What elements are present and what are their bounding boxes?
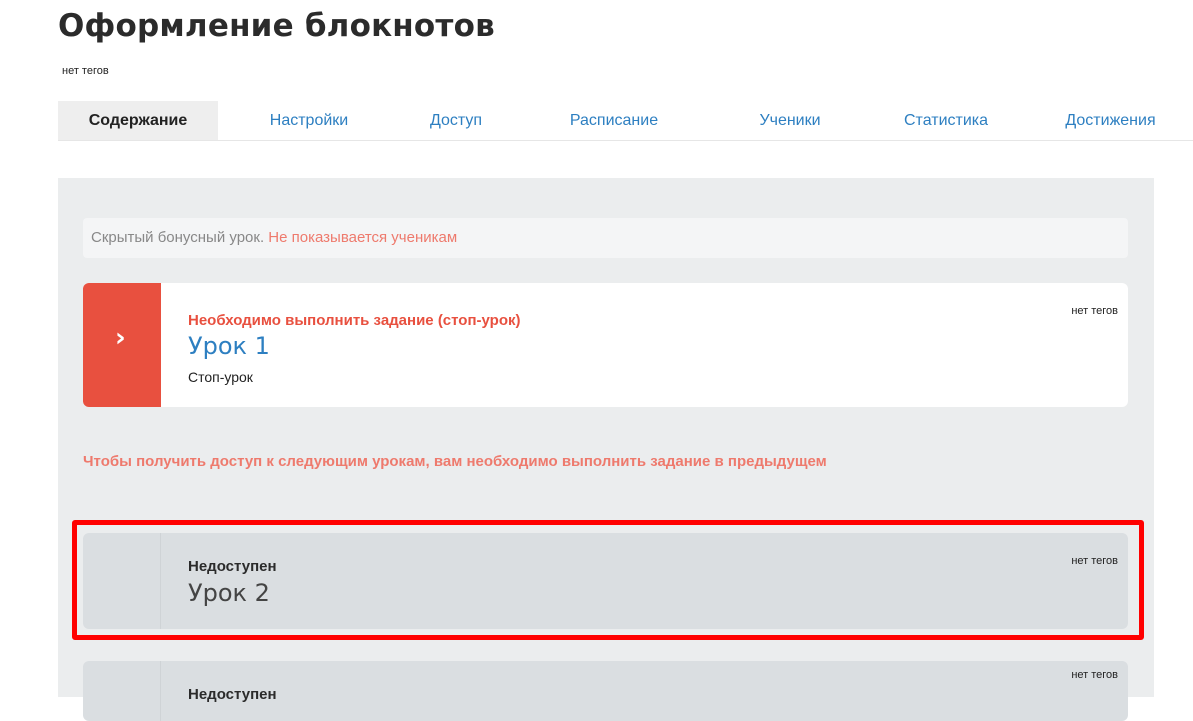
hidden-lesson-warning: Не показывается ученикам — [268, 229, 458, 246]
tab-bar: Содержание Настройки Доступ Расписание У… — [58, 101, 1193, 141]
tab-content[interactable]: Содержание — [58, 101, 218, 140]
access-warning: Чтобы получить доступ к следующим урокам… — [83, 453, 827, 470]
tab-access[interactable]: Доступ — [400, 101, 512, 140]
tab-statistics[interactable]: Статистика — [864, 101, 1028, 140]
lesson-open-handle[interactable]: › — [83, 283, 161, 407]
tab-settings[interactable]: Настройки — [218, 101, 400, 140]
lesson-card-2: Недоступен Урок 2 нет тегов — [83, 533, 1128, 629]
lesson-tags: нет тегов — [1071, 555, 1118, 567]
lesson-card-3: Недоступен нет тегов — [83, 661, 1128, 721]
lesson-tags: нет тегов — [1071, 305, 1118, 317]
lesson-status: Недоступен — [188, 686, 277, 703]
page-tags: нет тегов — [62, 65, 109, 77]
lesson-status: Недоступен — [188, 558, 277, 575]
page-title: Оформление блокнотов — [58, 8, 495, 44]
hidden-lesson-text: Скрытый бонусный урок. — [91, 229, 265, 246]
lessons-panel: Скрытый бонусный урок. Не показывается у… — [58, 178, 1154, 721]
lesson-type: Стоп-урок — [188, 369, 253, 385]
hidden-lesson-notice: Скрытый бонусный урок. Не показывается у… — [83, 218, 1128, 258]
lesson-side — [83, 533, 161, 629]
chevron-right-icon: › — [115, 323, 126, 353]
lesson-tags: нет тегов — [1071, 669, 1118, 681]
lesson-title: Урок 2 — [188, 579, 270, 607]
lesson-title[interactable]: Урок 1 — [188, 332, 270, 360]
lesson-status: Необходимо выполнить задание (стоп-урок) — [188, 312, 521, 329]
lesson-card-1[interactable]: › Необходимо выполнить задание (стоп-уро… — [83, 283, 1128, 407]
lesson-side — [83, 661, 161, 721]
tab-achievements[interactable]: Достижения — [1028, 101, 1193, 140]
tab-schedule[interactable]: Расписание — [512, 101, 716, 140]
tab-students[interactable]: Ученики — [716, 101, 864, 140]
